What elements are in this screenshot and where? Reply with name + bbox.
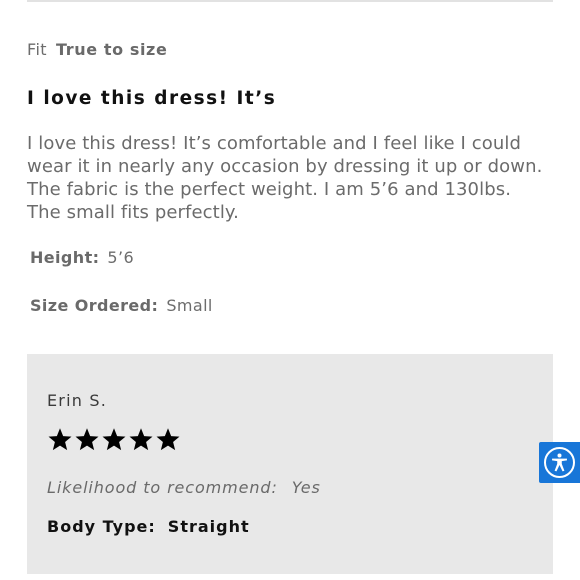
review-body-line: The small fits perfectly. xyxy=(27,202,239,223)
fit-value: True to size xyxy=(55,40,168,59)
review-title: I love this dress! It’s xyxy=(27,88,277,109)
size-ordered-value: Small xyxy=(166,296,213,315)
accessibility-person-icon xyxy=(544,447,575,478)
star-rating xyxy=(47,427,181,459)
body-type-value: Straight xyxy=(167,517,250,536)
star-icon xyxy=(102,428,126,451)
height-value: 5’6 xyxy=(107,248,135,267)
recommend-label: Likelihood to recommend: xyxy=(47,478,278,497)
body-type-row: Body Type: Straight xyxy=(47,517,250,536)
top-divider xyxy=(27,0,553,2)
reviewer-name: Erin S. xyxy=(47,391,108,410)
height-label: Height: xyxy=(30,248,100,267)
recommend-value: Yes xyxy=(291,478,321,497)
size-ordered-row: Size Ordered: Small xyxy=(30,296,213,315)
size-ordered-label: Size Ordered: xyxy=(30,296,159,315)
review-body-line: I love this dress! It’s comfortable and … xyxy=(27,133,522,154)
review-body: I love this dress! It’s comfortable and … xyxy=(27,132,567,224)
star-icon xyxy=(75,428,99,451)
fit-row: Fit True to size xyxy=(27,40,167,59)
recommend-row: Likelihood to recommend: Yes xyxy=(47,478,321,497)
star-icon xyxy=(156,428,180,451)
accessibility-button[interactable] xyxy=(539,442,580,483)
review-body-line: The fabric is the perfect weight. I am 5… xyxy=(27,179,512,200)
fit-label: Fit xyxy=(27,40,47,59)
reviewer-card: Erin S. Likelihood to recommend: Yes Body… xyxy=(27,354,553,574)
star-icon xyxy=(129,428,153,451)
star-icon xyxy=(48,428,72,451)
review-body-line: wear it in nearly any occasion by dressi… xyxy=(27,156,543,177)
body-type-label: Body Type: xyxy=(47,517,156,536)
height-row: Height: 5’6 xyxy=(30,248,134,267)
